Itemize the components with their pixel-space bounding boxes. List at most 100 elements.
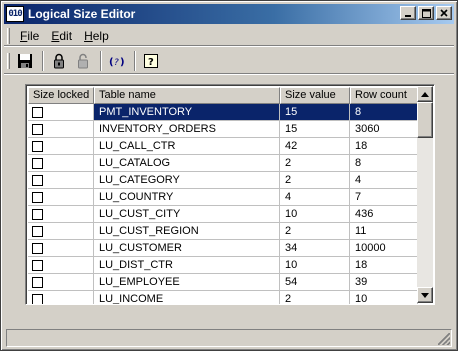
size-value-cell[interactable]: 2 [280, 155, 350, 172]
size-locked-checkbox[interactable] [32, 225, 43, 237]
size-value-cell[interactable]: 2 [280, 291, 350, 304]
refresh-button[interactable]: ( ? ) [106, 50, 128, 72]
minimize-button[interactable] [400, 6, 416, 20]
size-locked-cell [28, 172, 94, 189]
status-bar [6, 329, 452, 347]
table-row[interactable]: LU_CUSTOMER 34 10000 [28, 240, 418, 257]
size-value-cell[interactable]: 4 [280, 189, 350, 206]
help-button[interactable]: ? [140, 50, 162, 72]
save-icon [18, 53, 32, 68]
scroll-up-button[interactable] [417, 86, 433, 102]
size-locked-checkbox[interactable] [32, 106, 43, 118]
size-locked-checkbox[interactable] [32, 174, 43, 186]
table-row[interactable]: LU_INCOME 2 10 [28, 291, 418, 304]
size-value-cell[interactable]: 34 [280, 240, 350, 257]
maximize-button[interactable] [418, 6, 434, 20]
svg-text:): ) [120, 57, 125, 68]
toolbar-grip[interactable] [7, 52, 10, 69]
size-value-cell[interactable]: 2 [280, 223, 350, 240]
table-name-cell[interactable]: LU_CALL_CTR [94, 138, 280, 155]
size-value-cell[interactable]: 54 [280, 274, 350, 291]
size-locked-cell [28, 155, 94, 172]
app-icon[interactable]: 010 [6, 6, 24, 22]
toolbar-separator [42, 50, 44, 71]
row-count-cell: 18 [350, 138, 418, 155]
menu-grip[interactable] [7, 27, 10, 44]
table-row[interactable]: LU_CUST_CITY 10 436 [28, 206, 418, 223]
size-locked-checkbox[interactable] [32, 123, 43, 135]
size-value-cell[interactable]: 42 [280, 138, 350, 155]
row-count-cell: 8 [350, 155, 418, 172]
size-locked-cell [28, 121, 94, 138]
table-row[interactable]: INVENTORY_ORDERS 15 3060 [28, 121, 418, 138]
menu-file[interactable]: File [14, 29, 45, 43]
table-name-cell[interactable]: LU_CATALOG [94, 155, 280, 172]
table-row[interactable]: LU_CUST_REGION 2 11 [28, 223, 418, 240]
size-value-cell[interactable]: 15 [280, 121, 350, 138]
save-button[interactable] [14, 50, 36, 72]
table-name-cell[interactable]: LU_CUST_CITY [94, 206, 280, 223]
table-name-cell[interactable]: LU_EMPLOYEE [94, 274, 280, 291]
toolbar: ( ? ) ? [4, 48, 454, 75]
size-locked-checkbox[interactable] [32, 140, 43, 152]
row-count-cell: 7 [350, 189, 418, 206]
menu-bar: File Edit Help [4, 26, 454, 47]
title-bar[interactable]: 010 Logical Size Editor [4, 4, 454, 24]
window-title: Logical Size Editor [28, 7, 136, 21]
column-header-size-value[interactable]: Size value [280, 87, 350, 104]
table-name-cell[interactable]: LU_CATEGORY [94, 172, 280, 189]
logical-size-grid[interactable]: Size locked Table name Size value Row co… [25, 84, 435, 305]
scroll-thumb[interactable] [417, 102, 433, 138]
table-row[interactable]: LU_CATEGORY 2 4 [28, 172, 418, 189]
size-locked-checkbox[interactable] [32, 208, 43, 220]
table-row[interactable]: PMT_INVENTORY 15 8 [28, 104, 418, 121]
scroll-up-icon [421, 91, 429, 97]
table-row[interactable]: LU_DIST_CTR 10 18 [28, 257, 418, 274]
size-locked-cell [28, 291, 94, 304]
table-name-cell[interactable]: LU_INCOME [94, 291, 280, 304]
unlock-button[interactable] [72, 50, 94, 72]
size-locked-cell [28, 206, 94, 223]
table-name-cell[interactable]: LU_CUST_REGION [94, 223, 280, 240]
size-value-cell[interactable]: 10 [280, 206, 350, 223]
svg-text:?: ? [148, 57, 154, 68]
resize-grip[interactable] [438, 333, 450, 345]
scroll-down-button[interactable] [417, 287, 433, 303]
table-row[interactable]: LU_EMPLOYEE 54 39 [28, 274, 418, 291]
size-locked-checkbox[interactable] [32, 293, 43, 304]
size-locked-cell [28, 257, 94, 274]
size-value-cell[interactable]: 15 [280, 104, 350, 121]
grid-body: PMT_INVENTORY 15 8 INVENTORY_ORDERS 15 3060 LU… [28, 104, 418, 304]
size-locked-checkbox[interactable] [32, 157, 43, 169]
size-locked-checkbox[interactable] [32, 259, 43, 271]
column-header-row-count[interactable]: Row count [350, 87, 418, 104]
svg-text:?: ? [114, 58, 119, 68]
row-count-cell: 10000 [350, 240, 418, 257]
table-name-cell[interactable]: LU_COUNTRY [94, 189, 280, 206]
size-locked-checkbox[interactable] [32, 191, 43, 203]
menu-help[interactable]: Help [78, 29, 115, 43]
size-locked-checkbox[interactable] [32, 276, 43, 288]
table-row[interactable]: LU_COUNTRY 4 7 [28, 189, 418, 206]
menu-edit[interactable]: Edit [45, 29, 78, 43]
close-button[interactable] [436, 6, 452, 20]
row-count-cell: 18 [350, 257, 418, 274]
table-row[interactable]: LU_CALL_CTR 42 18 [28, 138, 418, 155]
vertical-scrollbar[interactable] [417, 86, 433, 303]
table-row[interactable]: LU_CATALOG 2 8 [28, 155, 418, 172]
column-header-table-name[interactable]: Table name [94, 87, 280, 104]
lock-button[interactable] [48, 50, 70, 72]
table-name-cell[interactable]: INVENTORY_ORDERS [94, 121, 280, 138]
row-count-cell: 4 [350, 172, 418, 189]
table-name-cell[interactable]: PMT_INVENTORY [94, 104, 280, 121]
size-value-cell[interactable]: 2 [280, 172, 350, 189]
table-name-cell[interactable]: LU_CUSTOMER [94, 240, 280, 257]
row-count-cell: 11 [350, 223, 418, 240]
table-name-cell[interactable]: LU_DIST_CTR [94, 257, 280, 274]
size-locked-cell [28, 274, 94, 291]
column-header-size-locked[interactable]: Size locked [28, 87, 94, 104]
row-count-cell: 436 [350, 206, 418, 223]
size-value-cell[interactable]: 10 [280, 257, 350, 274]
size-locked-cell [28, 223, 94, 240]
size-locked-checkbox[interactable] [32, 242, 43, 254]
